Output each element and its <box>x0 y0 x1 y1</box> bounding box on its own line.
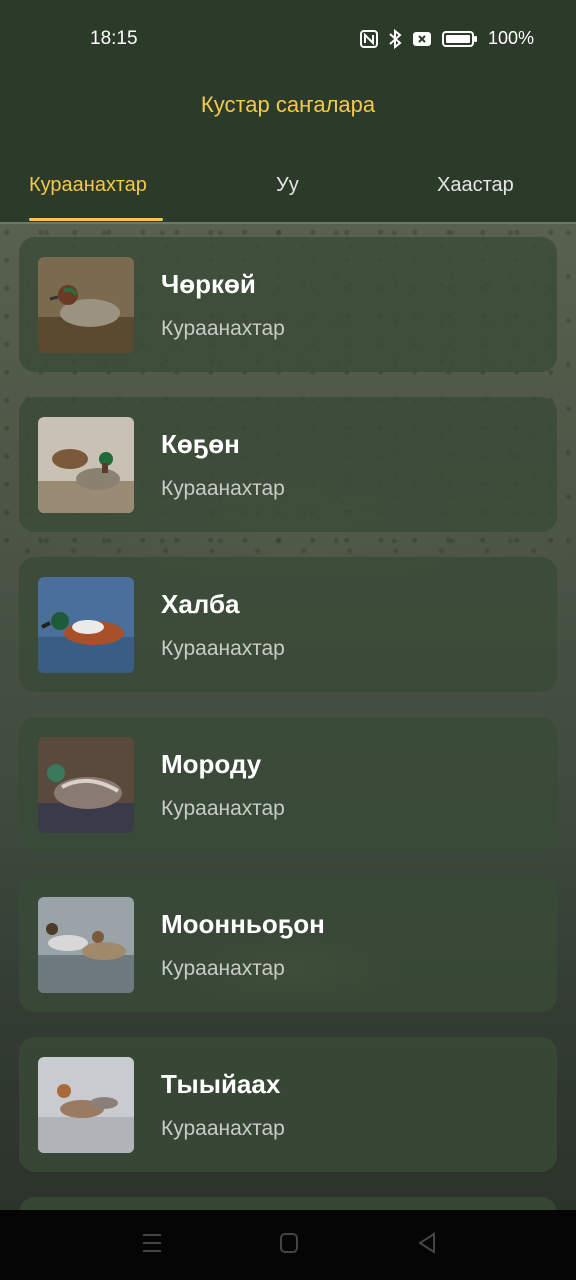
bird-photo <box>38 1057 134 1153</box>
bird-photo <box>38 897 134 993</box>
home-icon[interactable] <box>279 1232 299 1259</box>
nfc-icon <box>359 29 378 48</box>
tabs-divider <box>0 222 576 224</box>
app-header: 18:15 100% Кустар саҥалара Кураанахтар У… <box>0 0 576 224</box>
status-bar: 18:15 100% <box>0 0 576 78</box>
menu-icon[interactable] <box>142 1232 162 1259</box>
system-nav-bar <box>0 1210 576 1280</box>
bird-name: Моонньоҕон <box>161 909 325 939</box>
list-item[interactable]: Тыыйаах Кураанахтар <box>19 1037 557 1172</box>
bird-name: Көҕөн <box>161 429 240 459</box>
back-icon[interactable] <box>417 1232 437 1259</box>
page-title: Кустар саҥалара <box>200 92 376 117</box>
tab-uu[interactable]: Уу <box>276 174 299 197</box>
tab-kuraanakhtar[interactable]: Кураанахтар <box>29 174 147 197</box>
tab-bar: Кураанахтар Уу Хаастар <box>0 150 576 224</box>
bird-photo <box>38 257 134 353</box>
bird-photo <box>38 577 134 673</box>
list-item[interactable]: Моонньоҕон Кураанахтар <box>19 877 557 1012</box>
battery-icon <box>441 30 478 48</box>
status-icons: 100% <box>359 28 534 49</box>
bird-name: Чөркөй <box>161 269 256 299</box>
bird-category: Кураанахтар <box>161 477 285 500</box>
bird-list: Чөркөй Кураанахтар Көҕөн Кураанахтар Хал… <box>19 237 557 1197</box>
bird-category: Кураанахтар <box>161 797 285 820</box>
bird-category: Кураанахтар <box>161 637 285 660</box>
bluetooth-icon <box>388 28 402 49</box>
list-item[interactable]: Көҕөн Кураанахтар <box>19 397 557 532</box>
bird-photo <box>38 737 134 833</box>
list-item[interactable]: Халба Кураанахтар <box>19 557 557 692</box>
tab-active-indicator <box>29 218 163 221</box>
bird-category: Кураанахтар <box>161 1117 285 1140</box>
tab-khaastar[interactable]: Хаастар <box>437 174 514 197</box>
bird-category: Кураанахтар <box>161 957 285 980</box>
sim-off-icon <box>412 30 432 48</box>
list-item[interactable]: Мороду Кураанахтар <box>19 717 557 852</box>
battery-percent: 100% <box>487 28 534 48</box>
bird-name: Мороду <box>161 749 262 779</box>
bird-name: Тыыйаах <box>161 1069 281 1099</box>
bird-category: Кураанахтар <box>161 317 285 340</box>
status-time: 18:15 <box>90 28 138 49</box>
bird-photo <box>38 417 134 513</box>
list-item[interactable]: Чөркөй Кураанахтар <box>19 237 557 372</box>
bird-name: Халба <box>161 589 240 619</box>
